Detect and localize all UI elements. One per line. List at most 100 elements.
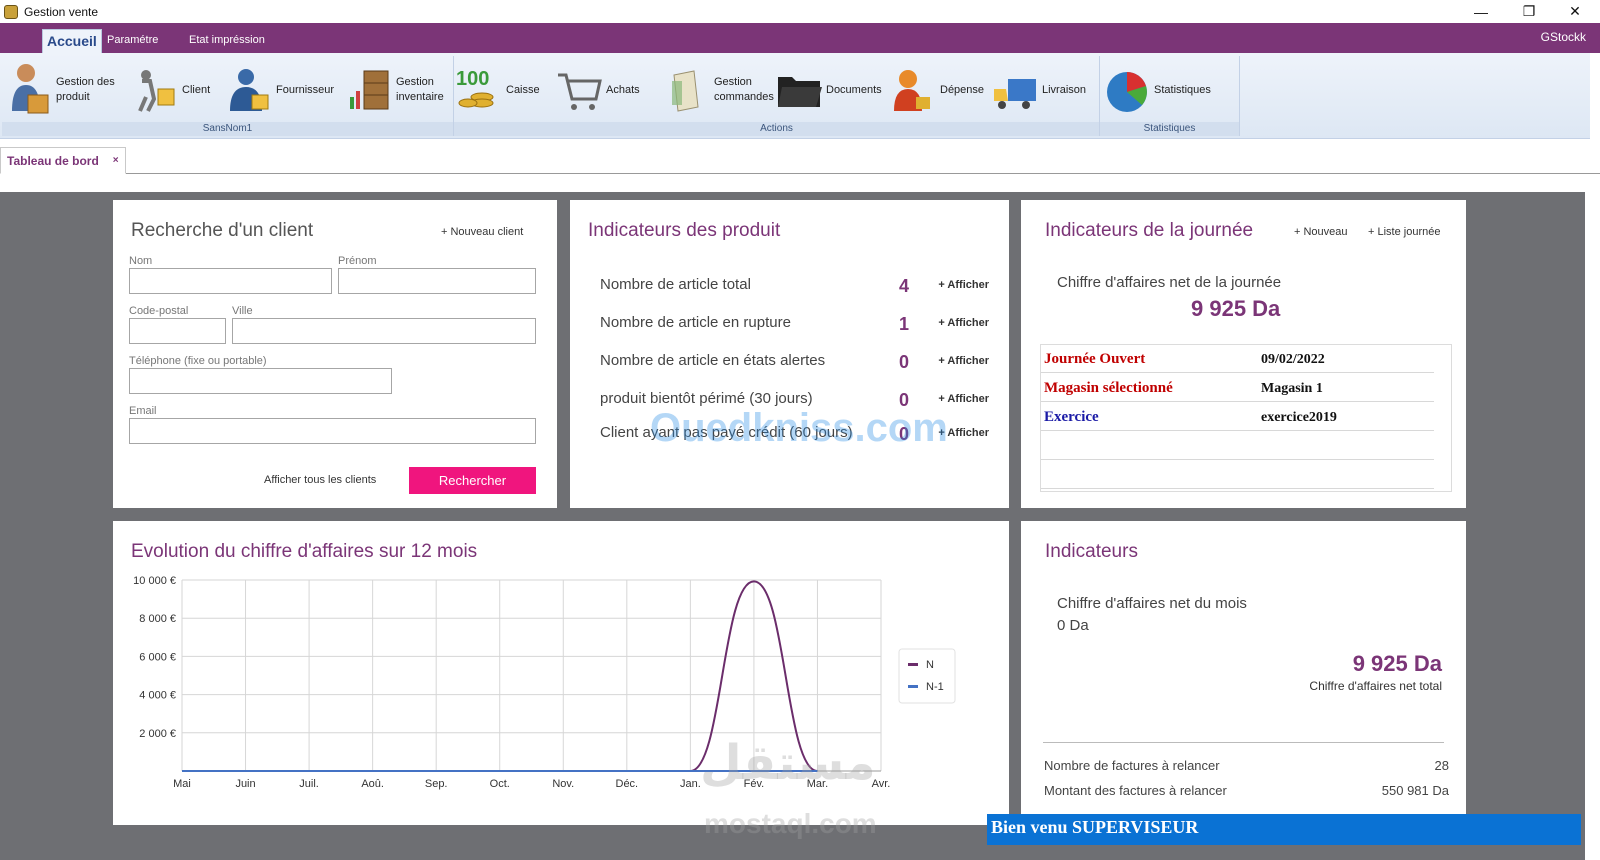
- ville-input[interactable]: [232, 318, 536, 344]
- x-tick-label: Mar.: [807, 778, 828, 790]
- restore-button[interactable]: ❐: [1506, 0, 1552, 23]
- achats-label: Achats: [606, 83, 640, 96]
- ribbon-group-sansnom1: Gestion des produit Client Fournisseur G…: [2, 56, 454, 136]
- tab-etat-impression[interactable]: Etat impréssion: [185, 29, 269, 53]
- client-search-card: Recherche d'un client + Nouveau client N…: [113, 200, 557, 508]
- afficher-link[interactable]: + Afficher: [938, 355, 989, 367]
- day-revenue-value: 9 925 Da: [1191, 296, 1281, 321]
- livraison-button[interactable]: Livraison: [992, 60, 1086, 120]
- total-revenue-value: 9 925 Da: [1352, 651, 1442, 676]
- x-tick-label: Avr.: [872, 778, 891, 790]
- legend-swatch: [908, 685, 918, 688]
- close-tab-icon[interactable]: ×: [113, 155, 119, 166]
- documents-button[interactable]: Documents: [776, 60, 882, 120]
- client-search-title: Recherche d'un client: [131, 220, 314, 241]
- new-client-link[interactable]: + Nouveau client: [441, 226, 523, 238]
- inventory-icon: [346, 67, 392, 113]
- indicator-label: Nombre de article total: [600, 276, 751, 293]
- telephone-label: Téléphone (fixe ou portable): [129, 355, 267, 367]
- prenom-label: Prénom: [338, 255, 377, 267]
- gestion-commandes-button[interactable]: Gestion commandes: [664, 60, 774, 120]
- nom-label: Nom: [129, 255, 153, 267]
- product-indicators-title: Indicateurs des produit: [588, 220, 781, 241]
- tab-parametre[interactable]: Paramétre: [103, 29, 162, 53]
- menu-bar: Accueil Paramétre Etat impréssion GStock…: [0, 23, 1600, 53]
- magasin-key: Magasin sélectionné: [1044, 380, 1173, 396]
- depense-button[interactable]: Dépense: [890, 60, 984, 120]
- divider: [1043, 742, 1444, 743]
- x-tick-label: Juin: [235, 778, 255, 790]
- afficher-link[interactable]: + Afficher: [938, 317, 989, 329]
- y-tick-label: 2 000 €: [139, 728, 176, 740]
- truck-icon: [992, 67, 1038, 113]
- caisse-button[interactable]: 100 Caisse: [456, 60, 540, 120]
- window-title: Gestion vente: [24, 4, 99, 19]
- y-tick-label: 10 000 €: [133, 575, 176, 587]
- indicators-title: Indicateurs: [1045, 541, 1138, 562]
- afficher-link[interactable]: + Afficher: [938, 393, 989, 405]
- factures-count-value: 28: [1434, 758, 1449, 773]
- x-tick-label: Oct.: [490, 778, 510, 790]
- afficher-link[interactable]: + Afficher: [938, 279, 989, 291]
- day-revenue-label: Chiffre d'affaires net de la journée: [1057, 274, 1282, 291]
- y-tick-label: 6 000 €: [139, 651, 176, 663]
- email-label: Email: [129, 405, 157, 417]
- gestion-inventaire-label: Gestion inventaire: [396, 76, 444, 103]
- factures-count-row: Nombre de factures à relancer 28: [1044, 758, 1449, 773]
- tab-accueil[interactable]: Accueil: [42, 29, 102, 53]
- prenom-input[interactable]: [338, 268, 536, 294]
- depense-label: Dépense: [940, 83, 985, 96]
- show-all-clients-link[interactable]: Afficher tous les clients: [264, 474, 376, 486]
- minimize-button[interactable]: —: [1458, 0, 1504, 23]
- x-tick-label: Aoû.: [361, 778, 384, 790]
- telephone-input[interactable]: [129, 368, 392, 394]
- delivery-man-icon: [132, 67, 178, 113]
- indicator-value: 0: [898, 352, 909, 372]
- search-button[interactable]: Rechercher: [409, 467, 536, 494]
- tab-tableau-de-bord-label: Tableau de bord: [7, 153, 99, 168]
- code-postal-input[interactable]: [129, 318, 226, 344]
- title-bar: Gestion vente — ❐ ✕: [0, 0, 1600, 23]
- close-button[interactable]: ✕: [1552, 0, 1598, 23]
- gestion-inventaire-button[interactable]: Gestion inventaire: [346, 60, 452, 120]
- table-row: Magasin sélectionné Magasin 1: [1041, 374, 1434, 402]
- indicator-label: produit bientôt périmé (30 jours): [600, 390, 813, 407]
- legend-label: N: [926, 659, 934, 671]
- liste-journee-link[interactable]: + Liste journée: [1368, 226, 1440, 238]
- ribbon-group-statistiques: Statistiques Statistiques: [1100, 56, 1240, 136]
- indicator-row: Nombre de article total 4 + Afficher: [600, 276, 989, 300]
- document-tabs: Tableau de bord ×: [0, 139, 1600, 174]
- fournisseur-label: Fournisseur: [276, 83, 335, 96]
- product-indicators-card: Indicateurs des produit Nombre de articl…: [570, 200, 1009, 508]
- indicator-label: Nombre de article en états alertes: [600, 352, 826, 369]
- ribbon-group-actions: 100 Caisse Achats Gestion commandes Docu…: [454, 56, 1100, 136]
- gestion-produit-button[interactable]: Gestion des produit: [6, 60, 120, 120]
- y-tick-label: 8 000 €: [139, 613, 176, 625]
- nouveau-link[interactable]: + Nouveau: [1294, 226, 1348, 238]
- group-label-statistiques: Statistiques: [1100, 122, 1239, 136]
- statistiques-label: Statistiques: [1154, 83, 1211, 96]
- legend-swatch: [908, 663, 918, 666]
- brand-label: GStockk: [1540, 30, 1586, 44]
- fournisseur-button[interactable]: Fournisseur: [226, 60, 334, 120]
- statistiques-button[interactable]: Statistiques: [1104, 60, 1211, 120]
- nom-input[interactable]: [129, 268, 332, 294]
- x-tick-label: Mai: [173, 778, 191, 790]
- document-ticket-icon: [664, 67, 710, 113]
- indicator-value: 4: [898, 276, 909, 296]
- x-tick-label: Sep.: [425, 778, 448, 790]
- email-input[interactable]: [129, 418, 536, 444]
- afficher-link[interactable]: + Afficher: [938, 427, 989, 439]
- cart-icon: [556, 67, 602, 113]
- factures-amount-label: Montant des factures à relancer: [1044, 783, 1227, 798]
- achats-button[interactable]: Achats: [556, 60, 640, 120]
- supplier-icon: [226, 67, 272, 113]
- coins-icon: 100: [456, 67, 502, 113]
- indicator-value: 0: [898, 390, 909, 410]
- pie-chart-icon: [1104, 67, 1150, 113]
- ribbon: Gestion des produit Client Fournisseur G…: [0, 53, 1590, 139]
- client-button[interactable]: Client: [132, 60, 210, 120]
- tab-tableau-de-bord[interactable]: Tableau de bord ×: [0, 147, 126, 174]
- factures-amount-row: Montant des factures à relancer 550 981 …: [1044, 783, 1449, 798]
- client-label: Client: [182, 83, 211, 96]
